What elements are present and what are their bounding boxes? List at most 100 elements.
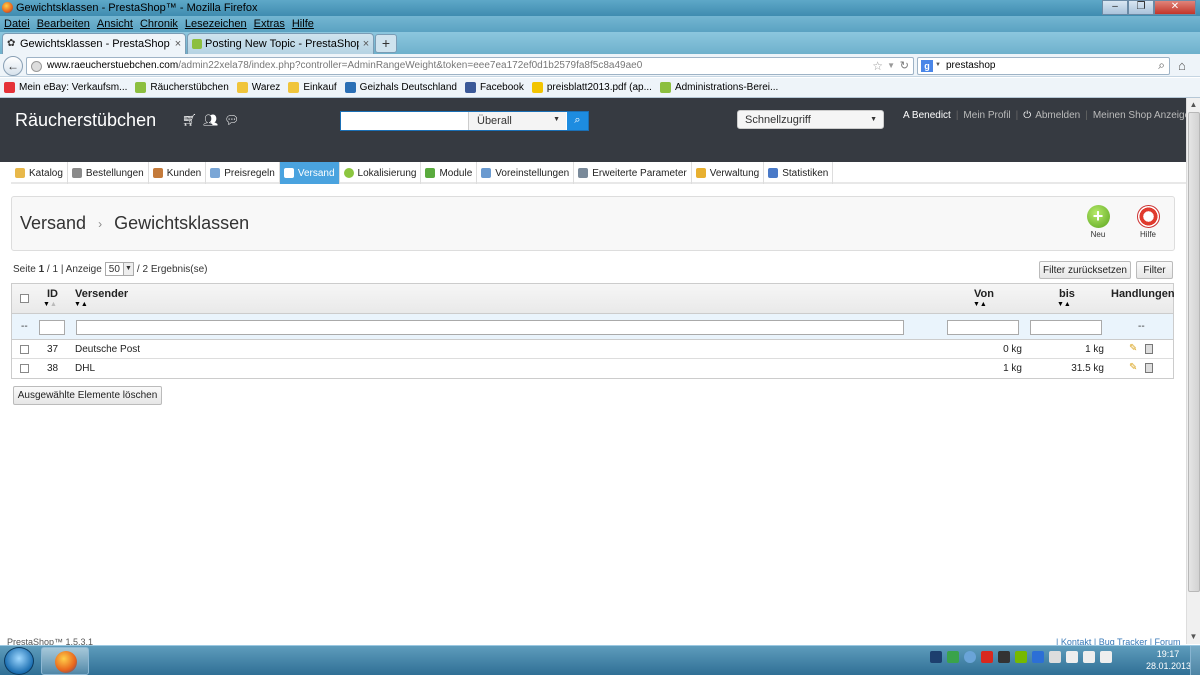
back-button[interactable]: ← [3, 56, 23, 76]
scroll-up-icon[interactable]: ▲ [1187, 98, 1200, 112]
tab-versand[interactable]: Versand [279, 162, 340, 184]
admin-search-input[interactable] [341, 112, 467, 130]
tab-katalog[interactable]: Katalog [11, 162, 68, 184]
tab-kunden[interactable]: Kunden [149, 162, 207, 184]
menu-extras[interactable]: Extras [254, 18, 285, 30]
close-tab-icon[interactable]: × [359, 38, 373, 50]
home-icon[interactable]: ⌂ [1178, 58, 1186, 73]
customers-icon[interactable]: 👥︎ [203, 113, 218, 127]
add-new-button[interactable]: + Neu [1078, 205, 1118, 239]
table-row[interactable]: 38 DHL 1 kg 31.5 kg ✎ [12, 359, 1173, 378]
bookmark-geizhals[interactable]: Geizhals Deutschland [344, 82, 457, 93]
scroll-thumb[interactable] [1188, 112, 1200, 592]
filter-from-input[interactable] [947, 320, 1019, 335]
filter-carrier-input[interactable] [76, 320, 904, 335]
reset-filter-button[interactable]: Filter zurücksetzen [1039, 261, 1131, 279]
close-tab-icon[interactable]: × [171, 38, 185, 50]
sort-arrows-icon[interactable]: ▼▲ [1057, 301, 1071, 308]
bookmark-ebay[interactable]: Mein eBay: Verkaufsm... [4, 82, 127, 93]
vertical-scrollbar[interactable]: ▲ ▼ [1186, 98, 1200, 644]
menu-lesezeichen[interactable]: Lesezeichen [185, 18, 247, 30]
tray-app-icon[interactable] [998, 651, 1010, 663]
select-all-checkbox[interactable] [20, 294, 29, 303]
tab-statistiken[interactable]: Statistiken [764, 162, 834, 184]
filter-button[interactable]: Filter [1136, 261, 1173, 279]
bulk-delete-button[interactable]: Ausgewählte Elemente löschen [13, 386, 162, 405]
employee-name[interactable]: A Benedict [903, 110, 951, 121]
bookmark-administrations[interactable]: Administrations-Berei... [659, 82, 778, 93]
tab-module[interactable]: Module [421, 162, 478, 184]
search-icon[interactable]: ⌕ [1158, 58, 1165, 73]
reload-icon[interactable]: ↻ [900, 59, 909, 72]
tab-bestellungen[interactable]: Bestellungen [68, 162, 149, 184]
table-row[interactable]: 37 Deutsche Post 0 kg 1 kg ✎ [12, 340, 1173, 359]
help-button[interactable]: Hilfe [1128, 205, 1168, 239]
engine-dropdown-icon[interactable]: ▼ [935, 62, 941, 68]
scroll-down-icon[interactable]: ▼ [1187, 630, 1200, 644]
bookmark-warez[interactable]: Warez [236, 82, 280, 93]
sort-arrows-icon[interactable]: ▼▲ [74, 301, 88, 308]
shop-name[interactable]: Räucherstübchen [15, 110, 156, 131]
tray-app-icon[interactable] [930, 651, 942, 663]
menu-hilfe[interactable]: Hilfe [292, 18, 314, 30]
my-profile-link[interactable]: Mein Profil [963, 110, 1010, 121]
dropdown-arrow-icon[interactable]: ▼ [887, 61, 895, 70]
row-checkbox[interactable] [20, 345, 29, 354]
tray-volume-icon[interactable] [1083, 651, 1095, 663]
menu-bearbeiten[interactable]: Bearbeiten [37, 18, 90, 30]
tray-security-icon[interactable] [947, 651, 959, 663]
tray-device-icon[interactable] [1049, 651, 1061, 663]
power-icon[interactable]: ⏻ [1023, 110, 1031, 121]
tab-gewichtsklassen[interactable]: ✿ Gewichtsklassen - PrestaShop™ × [2, 33, 186, 54]
search-scope-select[interactable]: Überall ▼ [468, 112, 566, 130]
messages-icon[interactable]: 💬︎ [224, 113, 239, 127]
tray-antivirus-icon[interactable] [981, 651, 993, 663]
filter-id-input[interactable] [39, 320, 65, 335]
tab-voreinstellungen[interactable]: Voreinstellungen [477, 162, 575, 184]
tab-lokalisierung[interactable]: Lokalisierung [340, 162, 422, 184]
google-icon[interactable]: g [921, 60, 933, 72]
tab-verwaltung[interactable]: Verwaltung [692, 162, 765, 184]
new-tab-button[interactable]: + [375, 34, 397, 53]
bookmark-star-icon[interactable]: ☆ [872, 59, 883, 73]
maximize-button[interactable]: ❐ [1128, 0, 1154, 15]
tray-nvidia-icon[interactable] [1015, 651, 1027, 663]
bookmark-facebook[interactable]: Facebook [464, 82, 524, 93]
tab-preisregeln[interactable]: Preisregeln [206, 162, 280, 184]
tab-erweiterte-parameter[interactable]: Erweiterte Parameter [574, 162, 692, 184]
row-checkbox[interactable] [20, 364, 29, 373]
edit-icon[interactable]: ✎ [1129, 362, 1137, 373]
trash-icon[interactable] [1145, 344, 1153, 354]
view-shop-link[interactable]: Meinen Shop Anzeigen [1093, 110, 1196, 121]
search-button[interactable]: ⌕ [567, 112, 588, 130]
start-button[interactable] [4, 647, 34, 675]
sort-arrows-icon[interactable]: ▼▲ [973, 301, 987, 308]
web-search-box[interactable]: g ▼ prestashop ⌕ [917, 57, 1170, 75]
taskbar-firefox-button[interactable] [41, 647, 89, 675]
bookmark-raeucherstuebchen[interactable]: Räucherstübchen [135, 82, 229, 93]
close-button[interactable]: ✕ [1154, 0, 1196, 15]
tray-flag-icon[interactable] [1100, 651, 1112, 663]
edit-icon[interactable]: ✎ [1129, 343, 1137, 354]
tray-bluetooth-icon[interactable] [1032, 651, 1044, 663]
clock[interactable]: 19:17 28.01.2013 [1146, 648, 1191, 672]
logout-link[interactable]: Abmelden [1035, 110, 1080, 121]
menu-datei[interactable]: Datei [4, 18, 30, 30]
trash-icon[interactable] [1145, 363, 1153, 373]
show-desktop-button[interactable] [1190, 646, 1200, 675]
tray-network-icon[interactable] [964, 651, 976, 663]
bookmark-einkauf[interactable]: Einkauf [288, 82, 337, 93]
cart-icon[interactable]: 🛒︎ [182, 113, 197, 127]
menu-ansicht[interactable]: Ansicht [97, 18, 133, 30]
per-page-select[interactable]: 50 ▼ [104, 262, 134, 276]
filter-to-input[interactable] [1030, 320, 1102, 335]
bookmark-preisblatt[interactable]: preisblatt2013.pdf (ap... [531, 82, 652, 93]
quick-access-select[interactable]: Schnellzugriff ▼ [737, 110, 884, 129]
breadcrumb-parent[interactable]: Versand [20, 213, 86, 234]
tab-posting-new-topic[interactable]: Posting New Topic - PrestaShop Foru... × [187, 33, 374, 54]
tray-signal-icon[interactable] [1066, 651, 1078, 663]
url-bar[interactable]: www.raeucherstuebchen.com/admin22xela78/… [26, 57, 914, 75]
menu-chronik[interactable]: Chronik [140, 18, 178, 30]
minimize-button[interactable]: – [1102, 0, 1128, 15]
sort-arrows-icon[interactable]: ▼▲ [43, 301, 57, 308]
